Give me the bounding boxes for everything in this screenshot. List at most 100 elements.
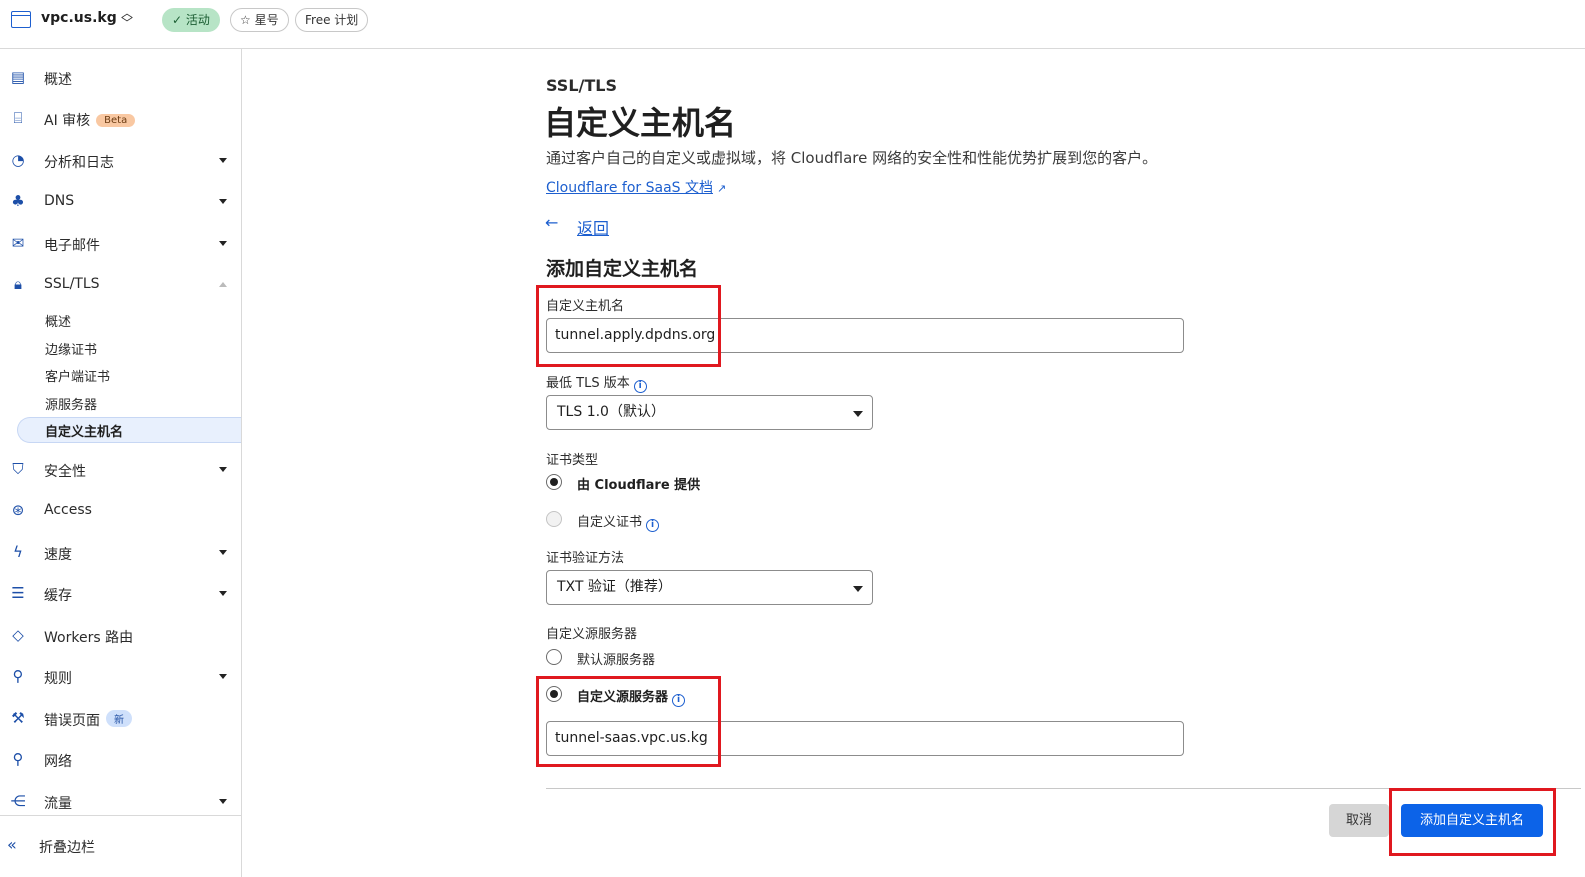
sidebar-item-ai-audit[interactable]: ⌸ AI 审核 Beta (0, 101, 241, 137)
back-link[interactable]: 返回 (577, 215, 609, 239)
sidebar-subitem-label: 客户端证书 (45, 370, 111, 385)
shield-icon: ⛉ (12, 460, 24, 478)
sidebar-item-label: 安全性 (44, 464, 86, 480)
sidebar-subitem-label: 自定义主机名 (45, 425, 124, 440)
beta-badge: Beta (96, 114, 136, 127)
sidebar-subitem-custom-hostnames[interactable]: 自定义主机名 (17, 417, 241, 443)
sidebar-item-label: 分析和日志 (44, 155, 114, 171)
double-chevron-left-icon: « (7, 835, 17, 854)
rules-icon: ⚲ (12, 667, 24, 685)
sidebar-subitem-label: 概述 (45, 315, 72, 330)
bolt-icon: ϟ (13, 543, 23, 561)
sidebar-item-label: 电子邮件 (44, 238, 100, 254)
sidebar-item-label: SSL/TLS (44, 276, 100, 292)
caret-down-icon (853, 586, 863, 592)
top-bar: vpc.us.kg ︿ ﹀ ✓ 活动 ☆ 星号 Free 计划 (0, 0, 1585, 49)
sidebar-item-email[interactable]: ✉ 电子邮件 (0, 226, 241, 262)
caret-up-icon (219, 282, 227, 287)
external-link-icon: ↗ (716, 182, 727, 195)
sidebar-item-workers-routes[interactable]: ◇ Workers 路由 (0, 618, 241, 654)
info-icon[interactable]: i (646, 519, 660, 532)
sidebar: ▤ 概述 ⌸ AI 审核 Beta ◔ 分析和日志 ♣ DNS ✉ 电子邮件 🔒︎… (0, 49, 242, 877)
back-arrow-icon[interactable]: ← (545, 213, 558, 232)
docs-link[interactable]: Cloudflare for SaaS 文档 ↗ (546, 177, 726, 197)
verify-method-select[interactable]: TXT 验证（推荐） (546, 570, 873, 605)
sidebar-item-rules[interactable]: ⚲ 规则 (0, 659, 241, 695)
caret-down-icon (219, 591, 227, 596)
star-button[interactable]: ☆ 星号 (230, 8, 289, 32)
sidebar-item-speed[interactable]: ϟ 速度 (0, 535, 241, 571)
cert-cloudflare-label[interactable]: 由 Cloudflare 提供 (577, 474, 700, 493)
cert-type-label: 证书类型 (546, 453, 599, 468)
verify-method-value: TXT 验证（推荐） (557, 579, 672, 595)
status-badge: ✓ 活动 (162, 8, 220, 32)
sidebar-subitem-origin-server[interactable]: 源服务器 (17, 390, 241, 416)
sidebar-item-network[interactable]: ⚲ 网络 (0, 742, 241, 778)
sidebar-subitem-overview[interactable]: 概述 (17, 307, 241, 333)
chevron-up-down-icon[interactable]: ︿ ﹀ (119, 7, 135, 30)
access-icon: ⊛ (11, 501, 25, 519)
info-icon[interactable]: i (633, 380, 647, 393)
sidebar-subitem-client-certificates[interactable]: 客户端证书 (17, 362, 241, 388)
sidebar-item-error-pages[interactable]: ⚒ 错误页面新 (0, 701, 241, 737)
mail-icon: ✉ (11, 234, 25, 252)
caret-down-icon (219, 799, 227, 804)
origin-default-label[interactable]: 默认源服务器 (577, 649, 655, 668)
network-icon: ♣ (11, 192, 25, 210)
sidebar-item-security[interactable]: ⛉ 安全性 (0, 452, 241, 488)
sidebar-item-label: 概述 (44, 72, 72, 88)
lock-icon: 🔒︎ (14, 275, 22, 293)
document-icon: ▤ (10, 68, 26, 86)
tls-version-select[interactable]: TLS 1.0（默认） (546, 395, 873, 430)
sidebar-item-label: 规则 (44, 671, 72, 687)
form-title: 添加自定义主机名 (546, 258, 699, 280)
highlight-box (536, 676, 721, 767)
sidebar-item-overview[interactable]: ▤ 概述 (0, 60, 241, 96)
verify-method-label: 证书验证方法 (546, 551, 625, 566)
chart-icon: ◔ (11, 151, 25, 169)
sidebar-item-label: 流量 (44, 796, 72, 812)
sidebar-item-label: 缓存 (44, 588, 72, 604)
traffic-icon: ⋲ (10, 792, 26, 810)
wrench-icon: ⚒ (11, 709, 25, 727)
sidebar-subitem-edge-certificates[interactable]: 边缘证书 (17, 335, 241, 361)
highlight-box (1389, 788, 1556, 856)
caret-down-icon (219, 199, 227, 204)
caret-down-icon (219, 550, 227, 555)
sidebar-item-ssl-tls[interactable]: 🔒︎ SSL/TLS (0, 267, 241, 303)
cert-custom-label[interactable]: 自定义证书 i (577, 511, 660, 532)
caret-down-icon (853, 411, 863, 417)
robot-icon: ⌸ (13, 109, 23, 127)
main-content: SSL/TLS 自定义主机名 通过客户自己的自定义或虚拟域，将 Cloudfla… (242, 49, 1585, 877)
sidebar-item-dns[interactable]: ♣ DNS (0, 184, 241, 220)
cert-cloudflare-radio[interactable] (546, 474, 562, 490)
sidebar-item-access[interactable]: ⊛ Access (0, 493, 241, 529)
caret-down-icon (219, 467, 227, 472)
page-title: 自定义主机名 (544, 104, 737, 142)
workers-icon: ◇ (12, 626, 24, 644)
browser-window-icon (11, 11, 31, 28)
sidebar-item-label: AI 审核 Beta (44, 110, 136, 130)
origin-default-radio[interactable] (546, 649, 562, 665)
collapse-sidebar-label: 折叠边栏 (39, 840, 95, 856)
caret-down-icon (219, 241, 227, 246)
plan-badge[interactable]: Free 计划 (295, 8, 369, 32)
sidebar-item-label: Access (44, 502, 92, 518)
storage-icon: ☰ (11, 584, 25, 602)
site-name[interactable]: vpc.us.kg (41, 10, 117, 26)
sidebar-item-analytics[interactable]: ◔ 分析和日志 (0, 143, 241, 179)
page-description: 通过客户自己的自定义或虚拟域，将 Cloudflare 网络的安全性和性能优势扩… (546, 149, 1158, 167)
sidebar-item-label: 网络 (44, 754, 72, 770)
cert-custom-radio[interactable] (546, 511, 562, 527)
collapse-sidebar-button[interactable]: « 折叠边栏 (0, 815, 241, 877)
highlight-box (536, 285, 721, 367)
sidebar-item-caching[interactable]: ☰ 缓存 (0, 576, 241, 612)
sidebar-item-label: Workers 路由 (44, 630, 134, 646)
location-icon: ⚲ (12, 750, 24, 768)
caret-down-icon (219, 158, 227, 163)
sidebar-item-label: 错误页面新 (44, 710, 132, 730)
origin-label: 自定义源服务器 (546, 627, 638, 642)
sidebar-subitem-label: 源服务器 (45, 398, 98, 413)
new-badge: 新 (106, 710, 132, 727)
cancel-button[interactable]: 取消 (1329, 804, 1389, 837)
